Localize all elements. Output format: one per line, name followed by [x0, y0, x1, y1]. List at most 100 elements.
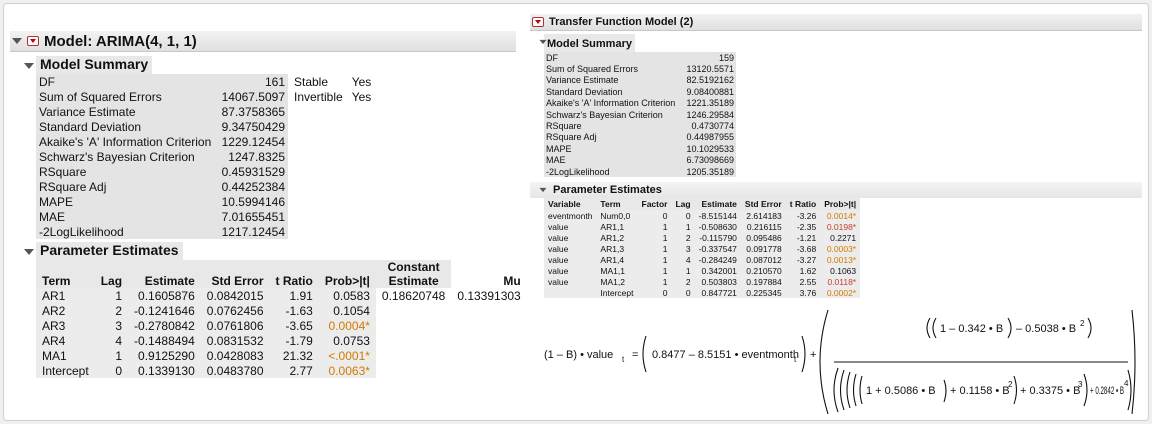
summary-label: Sum of Squared Errors	[36, 89, 218, 104]
table-row: Intercept 0 0.1339130 0.0483780 2.77 0.0063*	[36, 363, 527, 378]
table-row: value MA1,1 1 1 0.342001 0.210570 1.62 0.1063	[544, 265, 861, 277]
cell-variable: value	[544, 254, 597, 266]
cell-prob: 0.2271	[820, 232, 861, 244]
cell-tratio: 2.55	[785, 276, 821, 288]
cell-prob: 0.0118*	[820, 276, 861, 288]
cell-const	[376, 333, 451, 348]
summary-label: DF	[36, 74, 218, 89]
cell-term: Intercept	[596, 287, 638, 299]
transfer-function-outline-header[interactable]: Transfer Function Model (2)	[530, 14, 1142, 31]
cell-variable: value	[544, 265, 597, 277]
cell-mu	[451, 363, 526, 378]
cell-tratio: 1.62	[785, 265, 821, 277]
cell-factor: 1	[637, 221, 672, 233]
summary-value: 1246.29584	[682, 108, 736, 121]
collapse-triangle-icon[interactable]	[12, 38, 22, 44]
red-triangle-menu-icon[interactable]	[27, 36, 39, 46]
formula-den3: + 0.3375 • B	[1020, 385, 1080, 397]
summary-value: 87.3758365	[218, 104, 288, 119]
cell-lag: 4	[94, 333, 129, 348]
formula-plus: +	[810, 349, 816, 361]
col-stderr: Std Error	[200, 260, 270, 288]
summary-label: MAPE	[544, 143, 682, 155]
model-summary-table: DF 161 Stable Yes Sum of Squared Errors 14067…	[36, 74, 374, 239]
cell-lag: 2	[671, 276, 695, 288]
col-constant-line1: Constant	[387, 260, 440, 274]
cell-estimate: -0.337547	[694, 243, 741, 255]
cell-term: Intercept	[36, 363, 95, 378]
collapse-triangle-icon[interactable]	[539, 39, 547, 45]
cell-term: MA1	[36, 348, 95, 363]
cell-term: AR1,3	[596, 243, 638, 255]
cell-tratio: 21.32	[269, 348, 319, 363]
col-lag: Lag	[671, 198, 695, 211]
table-row: AR4 4 -0.1488494 0.0831532 -1.79 0.0753	[36, 333, 527, 348]
col-tratio: t Ratio	[269, 260, 319, 288]
paren-den-close-2	[1127, 369, 1132, 411]
col-tratio: t Ratio	[785, 198, 821, 211]
cell-stderr: 0.197884	[740, 276, 786, 288]
cell-lag: 2	[671, 232, 695, 244]
tf-model-summary-title: Model Summary	[547, 38, 632, 50]
summary-value: 82.5192162	[682, 74, 736, 87]
summary-row: Schwarz's Bayesian Criterion 1247.8325	[36, 149, 374, 164]
summary-value: 1221.35189	[682, 97, 736, 109]
cell-stderr: 0.0831532	[200, 333, 270, 348]
cell-const: 0.18620748	[381, 288, 446, 303]
arima-outline-header[interactable]: Model: ARIMA(4, 1, 1)	[10, 31, 516, 52]
summary-label: RSquare	[36, 164, 218, 179]
cell-estimate: -0.1241646	[128, 303, 201, 318]
table-row: Intercept 0 0 0.847721 0.225345 3.76 0.0002*	[544, 287, 861, 299]
cell-tratio: 1.91	[269, 288, 319, 303]
cell-stderr: 0.0842015	[200, 288, 270, 303]
summary-row: Sum of Squared Errors 14067.5097 Invertibl…	[36, 89, 374, 104]
summary-value: 1229.12454	[218, 134, 288, 149]
summary-label: -2LogLikelihood	[544, 165, 682, 178]
summary-value: 1205.35189	[682, 165, 736, 178]
cell-estimate: -0.508630	[694, 221, 741, 233]
model-summary-title-box: Model Summary	[36, 56, 153, 74]
cell-tratio: -1.21	[785, 232, 821, 244]
col-mu: Mu	[451, 260, 527, 288]
cell-term: AR1,2	[596, 232, 638, 244]
summary-value: 159	[682, 52, 736, 64]
cell-const	[376, 303, 451, 318]
summary-label: -2LogLikelihood	[36, 224, 218, 239]
summary-row: -2LogLikelihood 1217.12454	[36, 224, 374, 239]
col-term: Term	[596, 198, 638, 211]
red-triangle-menu-icon[interactable]	[532, 17, 544, 27]
cell-variable	[544, 287, 597, 299]
tf-parameter-estimates-table: Variable Term Factor Lag Estimate Std Er…	[544, 198, 861, 299]
parameter-estimates-table: Term Lag Estimate Std Error t Ratio Prob…	[36, 260, 527, 378]
paren-num-open-1	[926, 317, 931, 339]
col-constant-estimate: Constant Estimate	[375, 260, 452, 288]
cell-factor: 1	[637, 243, 672, 255]
cell-prob: 0.0002*	[820, 287, 861, 299]
cell-lag: 1	[94, 288, 129, 303]
summary-value: 0.4730774	[682, 120, 736, 132]
cell-const	[376, 348, 451, 363]
summary-label: Variance Estimate	[544, 74, 682, 87]
tf-parameter-estimates-header[interactable]: Parameter Estimates	[530, 182, 1142, 199]
formula-mean: 0.8477 – 8.5151 • eventmonth	[652, 349, 799, 361]
formula-den-sq: 2	[1008, 380, 1013, 389]
cell-variable: value	[544, 276, 597, 288]
summary-value: 10.5994146	[218, 194, 288, 209]
summary-label: RSquare Adj	[36, 179, 218, 194]
cell-tratio: -3.68	[785, 243, 821, 255]
summary-label: DF	[544, 52, 682, 64]
cell-variable: eventmonth	[544, 210, 597, 222]
summary-row: Akaike's 'A' Information Criterion 1229.1…	[36, 134, 374, 149]
collapse-triangle-icon[interactable]	[539, 188, 547, 193]
cell-tratio: -1.79	[269, 333, 319, 348]
summary-row: Variance Estimate 82.5192162	[544, 74, 736, 87]
summary-value: 10.1029533	[682, 143, 736, 155]
summary-value: 13120.5571	[682, 63, 736, 75]
formula-den4: + 0.2842 • B	[1090, 385, 1124, 397]
cell-tratio: -3.26	[785, 210, 821, 222]
cell-estimate: 0.342001	[694, 265, 741, 277]
paren-den-open-5	[859, 375, 863, 405]
summary-value: 9.08400881	[682, 86, 736, 98]
paren-den-open-2	[839, 369, 845, 411]
cell-prob: 0.0004*	[318, 318, 376, 333]
